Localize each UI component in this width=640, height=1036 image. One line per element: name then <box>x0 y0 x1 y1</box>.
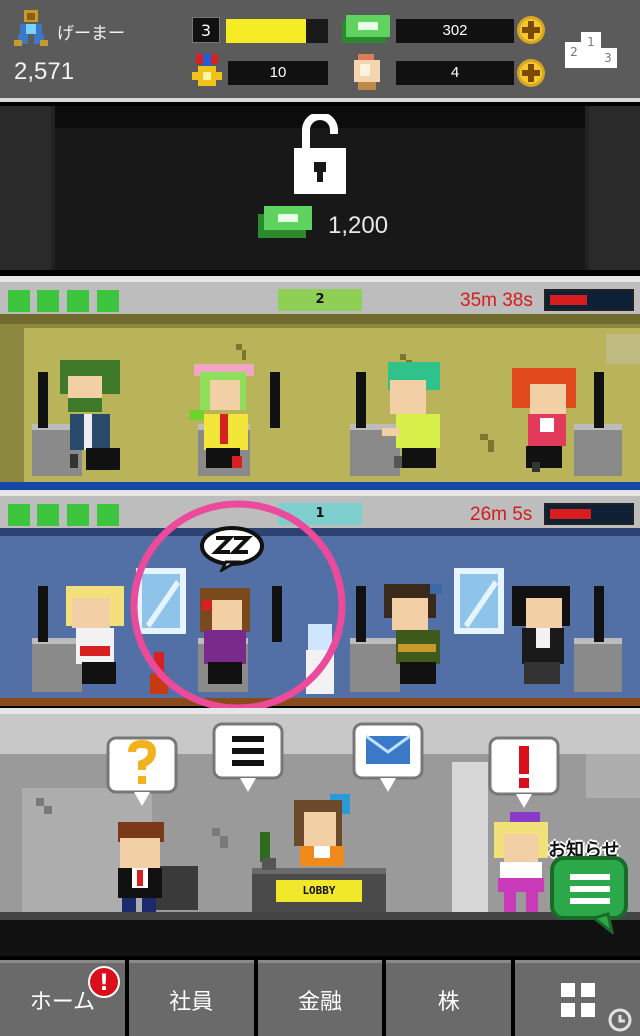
avatar-icon[interactable] <box>14 10 48 46</box>
xp-bar <box>226 19 328 43</box>
svg-text:1: 1 <box>587 35 595 49</box>
nav-finance-button[interactable]: 金融 <box>257 960 383 1036</box>
floor-timer-bar-fill <box>550 509 591 519</box>
gem-icon <box>354 54 380 90</box>
floor-2-status-bar: 2 35m 38s <box>0 276 640 314</box>
level-indicator: 3 <box>192 17 220 43</box>
plus-icon[interactable] <box>516 15 546 45</box>
game-screen: げーまー 2,571 3 302 10 4 1 2 3 1,200 2 35m … <box>0 0 640 1036</box>
plus-icon[interactable] <box>516 58 546 88</box>
watermark-icon <box>608 1008 632 1032</box>
top-hud: げーまー 2,571 3 302 10 4 1 2 3 <box>0 0 640 102</box>
nav-stocks-button[interactable]: 株 <box>386 960 512 1036</box>
ranking-icon[interactable]: 1 2 3 <box>565 32 617 68</box>
player-money: 2,571 <box>14 58 75 85</box>
floor-timer: 35m 38s <box>460 290 533 311</box>
staff-slot-dot <box>37 504 59 526</box>
xp-bar-fill <box>226 19 306 43</box>
question-bubble-icon[interactable] <box>104 734 180 808</box>
staff-slot-dot <box>8 290 30 312</box>
alert-bubble-icon[interactable] <box>486 734 562 810</box>
lock-icon <box>294 114 346 194</box>
floor-number: 2 <box>278 289 362 311</box>
gem-counter: 4 <box>396 61 514 85</box>
highlight-circle <box>130 500 346 712</box>
staff-slot-dot <box>97 504 119 526</box>
floor-timer-bar-fill <box>550 295 587 305</box>
receptionist-character[interactable] <box>290 794 354 866</box>
floor-2-office[interactable] <box>0 314 640 490</box>
staff-slot-dot <box>8 504 30 526</box>
cash-icon <box>342 15 390 43</box>
office-scene <box>0 314 640 484</box>
cash-counter: 302 <box>396 19 514 43</box>
staff-slot-dot <box>37 290 59 312</box>
cash-icon <box>258 206 312 238</box>
idol-character[interactable] <box>490 812 554 912</box>
lobby-ground <box>0 912 640 956</box>
lobby-sign: LOBBY <box>276 880 362 902</box>
staff-slot-dot <box>97 290 119 312</box>
staff-slot-dot <box>67 504 89 526</box>
floor-timer: 26m 5s <box>470 504 533 525</box>
home-alert-badge: ! <box>88 966 120 998</box>
floor-timer-bar <box>544 503 634 525</box>
medal-counter: 10 <box>228 61 328 85</box>
mail-bubble-icon[interactable] <box>350 720 426 794</box>
unlock-price: 1,200 <box>328 212 389 239</box>
locked-floor[interactable]: 1,200 <box>0 106 640 270</box>
floor-baseboard <box>0 482 640 490</box>
locked-floor-pillar-left <box>0 106 55 270</box>
news-icon[interactable] <box>550 856 630 934</box>
menu-grid-icon <box>560 982 595 1017</box>
locked-floor-pillar-right <box>585 106 640 270</box>
medal-icon <box>192 54 222 86</box>
list-bubble-icon[interactable] <box>210 720 286 794</box>
nav-staff-button[interactable]: 社員 <box>128 960 254 1036</box>
floor-timer-bar <box>544 289 634 311</box>
player-name: げーまー <box>57 24 125 44</box>
visitor-character[interactable] <box>112 822 168 912</box>
staff-slot-dot <box>67 290 89 312</box>
svg-text:3: 3 <box>604 51 612 65</box>
svg-text:2: 2 <box>570 45 578 59</box>
